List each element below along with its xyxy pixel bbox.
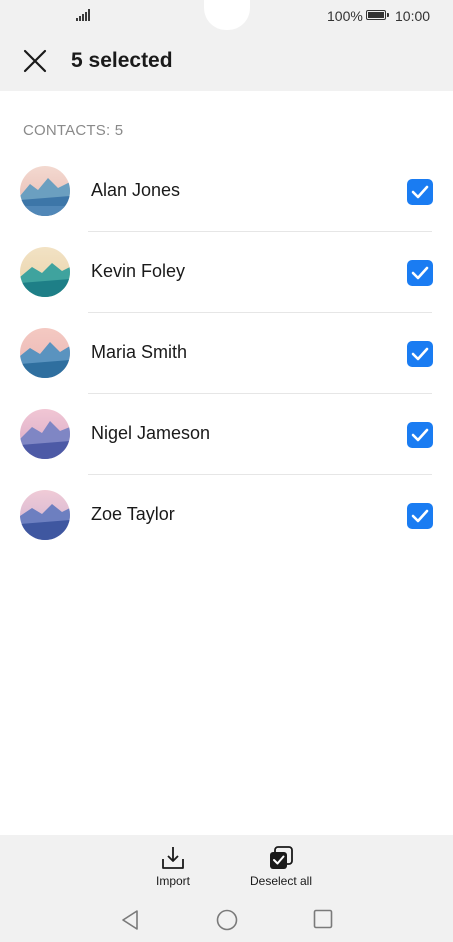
contact-list-panel: CONTACTS: 5 Alan Jones Kevin Foley Maria… — [0, 91, 453, 835]
signal-icon — [76, 9, 92, 21]
avatar — [20, 490, 70, 540]
avatar — [20, 328, 70, 378]
selection-header: 5 selected — [0, 32, 453, 91]
page-title: 5 selected — [71, 49, 173, 72]
contact-row[interactable]: Maria Smith — [0, 313, 453, 394]
avatar — [20, 166, 70, 216]
home-icon[interactable] — [216, 909, 238, 931]
close-button[interactable] — [20, 46, 50, 76]
status-time: 10:00 — [395, 8, 431, 24]
recents-icon[interactable] — [313, 909, 333, 929]
avatar — [20, 247, 70, 297]
deselect-all-label: Deselect all — [249, 874, 313, 888]
bottom-action-bar: Import Deselect all — [0, 835, 453, 895]
phone-screen: 100% 10:00 5 selected CONTACTS: 5 Alan J… — [0, 0, 453, 942]
import-button[interactable]: Import — [142, 845, 204, 888]
import-label: Import — [155, 874, 190, 888]
system-nav-bar — [0, 895, 453, 942]
back-icon[interactable] — [120, 909, 140, 931]
close-icon — [23, 49, 47, 73]
deselect-all-icon — [270, 846, 293, 869]
contact-checkbox[interactable] — [407, 260, 433, 286]
camera-notch — [204, 0, 250, 30]
checkmark-icon — [411, 509, 429, 523]
contact-name: Alan Jones — [91, 180, 181, 200]
avatar — [20, 409, 70, 459]
checkmark-icon — [411, 266, 429, 280]
battery-icon — [366, 10, 389, 20]
contact-checkbox[interactable] — [407, 179, 433, 205]
contact-name: Nigel Jameson — [91, 423, 211, 443]
status-bar: 100% 10:00 — [0, 0, 453, 32]
checkmark-icon — [411, 185, 429, 199]
contact-checkbox[interactable] — [407, 341, 433, 367]
contact-row[interactable]: Kevin Foley — [0, 232, 453, 313]
battery-percent: 100% — [327, 8, 363, 24]
contact-checkbox[interactable] — [407, 422, 433, 448]
contact-row[interactable]: Zoe Taylor — [0, 475, 453, 556]
contact-name: Zoe Taylor — [91, 504, 175, 524]
contact-row[interactable]: Alan Jones — [0, 151, 453, 232]
checkmark-icon — [411, 347, 429, 361]
contact-row[interactable]: Nigel Jameson — [0, 394, 453, 475]
contact-list: Alan Jones Kevin Foley Maria Smith Nigel… — [0, 151, 453, 556]
section-label: CONTACTS: 5 — [23, 122, 124, 139]
import-icon — [162, 847, 184, 869]
contact-name: Kevin Foley — [91, 261, 186, 281]
contact-name: Maria Smith — [91, 342, 188, 362]
checkmark-icon — [411, 428, 429, 442]
deselect-all-button[interactable]: Deselect all — [240, 845, 322, 888]
contact-checkbox[interactable] — [407, 503, 433, 529]
